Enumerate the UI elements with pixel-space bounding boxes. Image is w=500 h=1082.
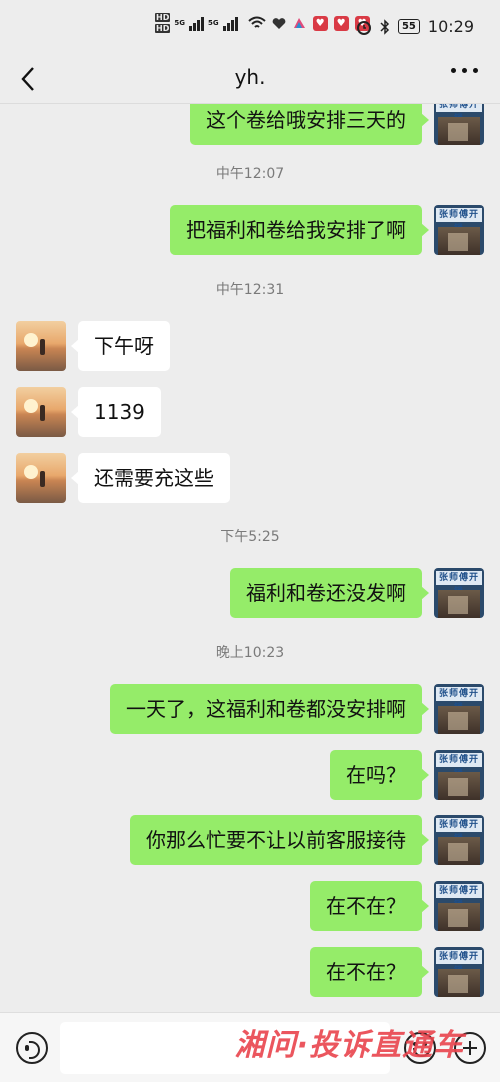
my-message-bubble[interactable]: 在吗？ <box>330 750 429 800</box>
hd-badge: HD <box>155 24 171 33</box>
timestamp: 中午12:31 <box>215 282 285 298</box>
my-message-bubble[interactable]: 福利和卷还没发啊 <box>230 568 429 618</box>
my-message-bubble[interactable]: 一天了，这福利和卷都没安排啊 <box>110 684 429 734</box>
heart-icon <box>272 17 285 29</box>
my-avatar[interactable]: 张师傅开锁 <box>434 815 484 865</box>
my-avatar[interactable]: 张师傅开锁 <box>434 881 484 931</box>
message-row: 在不在？ 张师傅开锁 <box>0 881 500 931</box>
avatar-sign: 张师傅开锁 <box>436 818 482 844</box>
avatar-sign: 张师傅开锁 <box>436 753 482 779</box>
my-message-bubble[interactable]: 把福利和卷给我安排了啊 <box>170 205 429 255</box>
message-row: 这个卷给哦安排三天的 张师傅开锁 <box>0 104 500 145</box>
my-message-bubble[interactable]: 你那么忙要不让以前客服接待 <box>130 815 429 865</box>
message-row: 一天了，这福利和卷都没安排啊 张师傅开锁 <box>0 684 500 734</box>
wifi-icon <box>247 16 266 28</box>
avatar-sign: 张师傅开锁 <box>436 884 482 910</box>
contact-avatar[interactable] <box>16 387 66 437</box>
my-avatar[interactable]: 张师傅开锁 <box>434 104 484 145</box>
my-avatar[interactable]: 张师傅开锁 <box>434 947 484 997</box>
message-row: 福利和卷还没发啊 张师傅开锁 <box>0 568 500 618</box>
network-label: 5G <box>174 19 185 27</box>
status-bar: HD HD 5G 5G ♥ ♥ ♥ 55 10:29 <box>0 0 500 56</box>
avatar-sign: 张师傅开锁 <box>436 687 482 713</box>
timestamp: 晚上10:23 <box>215 645 285 661</box>
contact-avatar[interactable] <box>16 453 66 503</box>
battery-indicator: 55 <box>397 19 420 34</box>
notification-icons: ♥ ♥ ♥ <box>247 15 370 31</box>
my-message-bubble[interactable]: 在不在？ <box>310 881 429 931</box>
my-message-bubble[interactable]: 这个卷给哦安排三天的 <box>190 104 429 145</box>
status-right: 55 10:29 <box>356 17 474 36</box>
signal-icon <box>222 15 238 31</box>
voice-icon[interactable] <box>16 1032 48 1064</box>
contact-avatar[interactable] <box>16 321 66 371</box>
my-message-bubble[interactable]: 在不在？ <box>310 947 429 997</box>
message-row: 你那么忙要不让以前客服接待 张师傅开锁 <box>0 815 500 865</box>
my-avatar[interactable]: 张师傅开锁 <box>434 205 484 255</box>
avatar-sign: 张师傅开锁 <box>436 950 482 976</box>
app-notification-icon: ♥ <box>312 15 328 31</box>
my-avatar[interactable]: 张师傅开锁 <box>434 568 484 618</box>
avatar-sign: 张师傅开锁 <box>436 104 482 124</box>
watermark-logo: 湘问·投诉直通车 <box>234 1028 464 1063</box>
status-left: HD HD 5G 5G ♥ ♥ ♥ <box>155 12 370 34</box>
contact-message-bubble[interactable]: 还需要充这些 <box>71 453 230 503</box>
avatar-sign: 张师傅开锁 <box>436 571 482 597</box>
signal-icon <box>188 15 204 31</box>
message-row: 在不在？ 张师傅开锁 <box>0 947 500 997</box>
hd-badges: HD HD <box>155 12 171 34</box>
hd-badge: HD <box>155 13 171 22</box>
message-row: 1139 <box>0 387 500 437</box>
avatar-sign: 张师傅开锁 <box>436 208 482 234</box>
message-row: 下午呀 <box>0 321 500 371</box>
message-row: 在吗？ 张师傅开锁 <box>0 750 500 800</box>
timestamp: 下午5:25 <box>220 529 280 545</box>
app-notification-icon: ♥ <box>333 15 349 31</box>
my-avatar[interactable]: 张师傅开锁 <box>434 750 484 800</box>
contact-message-bubble[interactable]: 1139 <box>71 387 161 437</box>
chat-title: yh. <box>234 65 266 89</box>
chat-header: yh. <box>0 56 500 104</box>
message-row: 还需要充这些 <box>0 453 500 503</box>
network-label: 5G <box>207 19 219 27</box>
clock: 10:29 <box>427 17 474 36</box>
chat-messages[interactable]: 这个卷给哦安排三天的 张师傅开锁 中午12:07 把福利和卷给我安排了啊 张师傅… <box>0 104 500 1012</box>
message-row: 把福利和卷给我安排了啊 张师傅开锁 <box>0 205 500 255</box>
bluetooth-icon <box>380 18 390 35</box>
contact-message-bubble[interactable]: 下午呀 <box>71 321 170 371</box>
alarm-icon <box>356 20 371 35</box>
more-dots-icon[interactable] <box>451 68 478 73</box>
timestamp: 中午12:07 <box>215 166 285 182</box>
app-logo-icon <box>293 17 305 28</box>
my-avatar[interactable]: 张师傅开锁 <box>434 684 484 734</box>
